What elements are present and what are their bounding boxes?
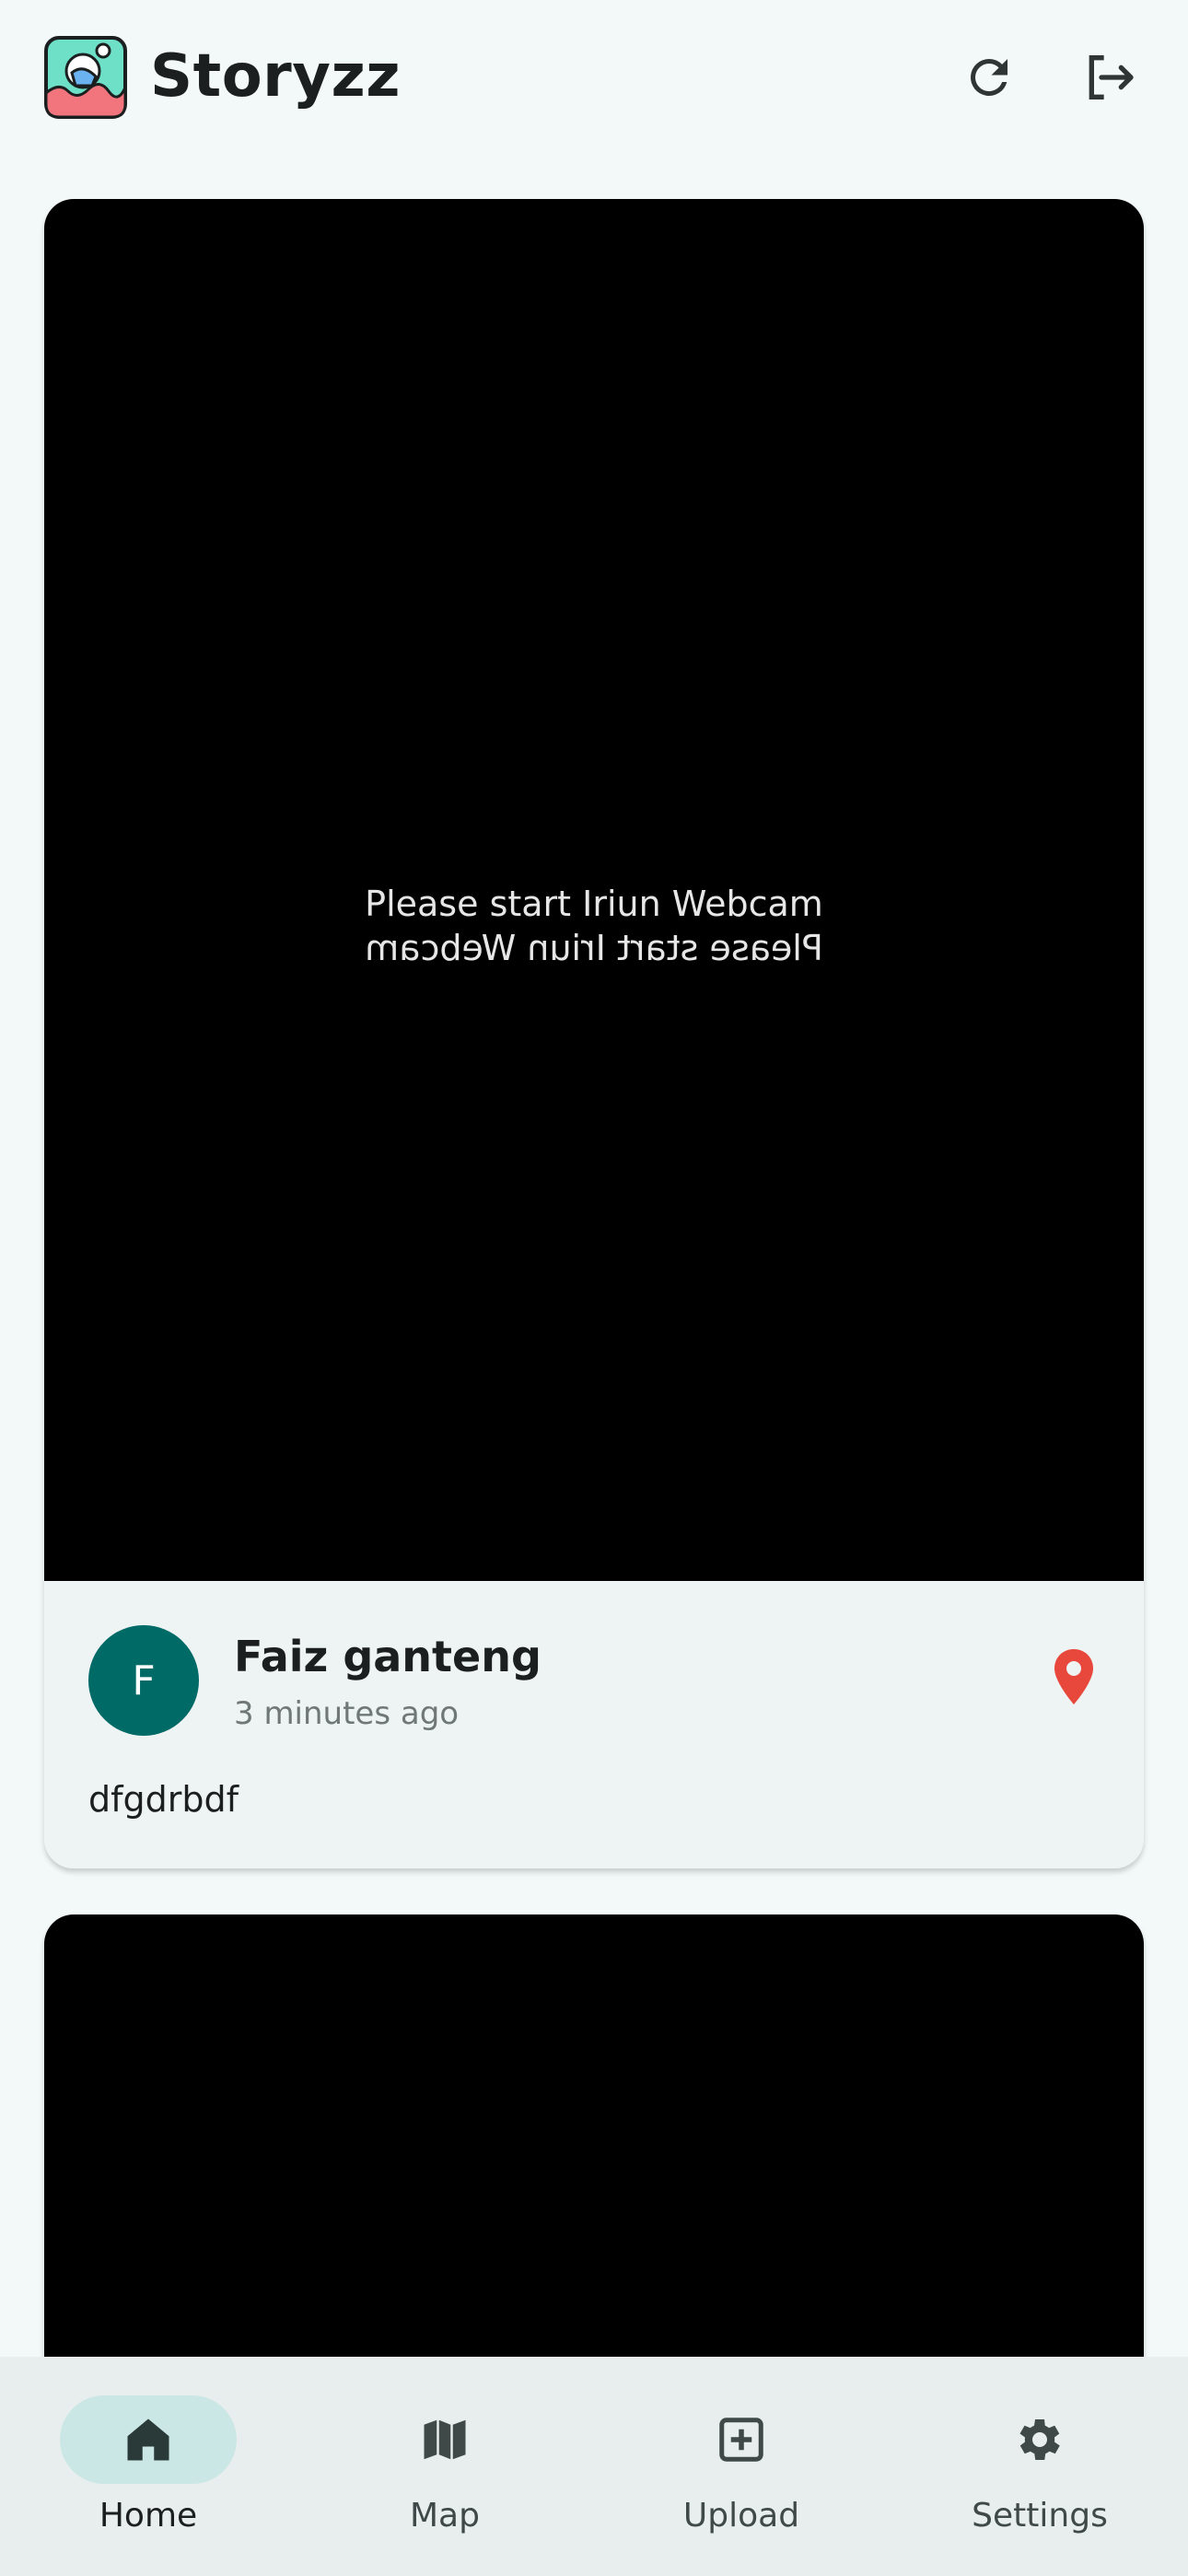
nav-label-map: Map: [410, 2497, 480, 2535]
refresh-icon: [970, 58, 1007, 96]
nav-item-map[interactable]: Map: [297, 2357, 593, 2576]
map-icon: [424, 2419, 466, 2460]
story-image-text: Please start Iriun Webcam: [365, 884, 823, 924]
home-icon: [127, 2418, 169, 2461]
nav-item-home[interactable]: Home: [0, 2357, 297, 2576]
nav-label-upload: Upload: [682, 2497, 800, 2535]
gear-icon: [1019, 2419, 1060, 2460]
bottom-navigation: Home Map Upload Settings: [0, 2357, 1188, 2576]
story-meta: F Faiz ganteng 3 minutes ago dfgdrbdf: [44, 1581, 1144, 1868]
app-logo-icon: [44, 36, 127, 119]
avatar: F: [88, 1625, 199, 1736]
story-image[interactable]: Please start Iriun Webcam Please start I…: [44, 199, 1144, 1581]
location-pin-icon[interactable]: [1052, 1647, 1096, 1706]
app-bar: Storyzz: [0, 0, 1188, 157]
story-timestamp: 3 minutes ago: [234, 1695, 460, 1732]
story-description: dfgdrbdf: [88, 1779, 239, 1820]
story-image[interactable]: [44, 1914, 1144, 2357]
author-name: Faiz ganteng: [234, 1632, 542, 1681]
logout-button[interactable]: [1068, 37, 1149, 118]
app-title: Storyzz: [150, 42, 401, 111]
refresh-button[interactable]: [949, 37, 1030, 118]
nav-item-settings[interactable]: Settings: [891, 2357, 1188, 2576]
nav-item-upload[interactable]: Upload: [593, 2357, 890, 2576]
story-card[interactable]: Please start Iriun Webcam Please start I…: [44, 199, 1144, 1868]
nav-label-settings: Settings: [972, 2497, 1108, 2535]
story-image-text-mirrored: Please start Iriun Webcam: [365, 928, 823, 968]
story-feed[interactable]: Please start Iriun Webcam Please start I…: [0, 157, 1188, 2357]
nav-label-home: Home: [99, 2497, 198, 2535]
add-box-icon: [719, 2418, 763, 2462]
logout-icon: [1089, 55, 1134, 100]
story-card[interactable]: [44, 1914, 1144, 2357]
